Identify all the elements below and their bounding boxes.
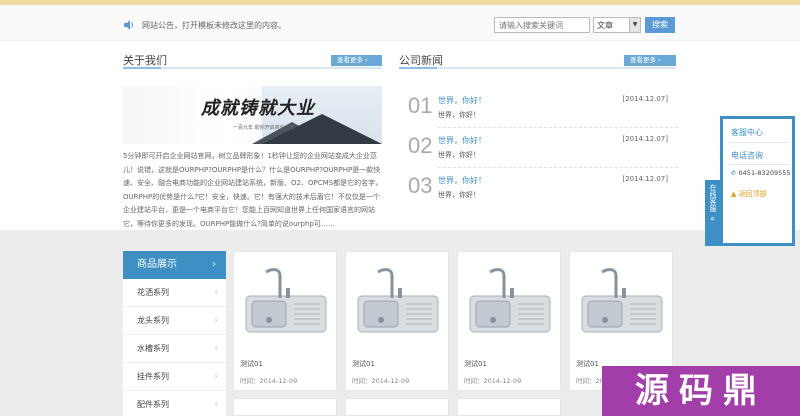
news-item-summary: 世界，你好！ — [438, 111, 480, 119]
news-number: 02 — [408, 133, 433, 158]
news-title: 公司新闻 — [399, 54, 443, 67]
search-category-value: 文章 — [597, 21, 613, 30]
news-item-title[interactable]: 世界，你好！ — [438, 175, 486, 186]
about-title: 关于我们 — [123, 54, 167, 67]
phone-consult-label: 电话咨询 — [731, 151, 763, 160]
about-paragraph: 5分钟即可开启企业网站官网，树立品牌形象！1秒钟让您的企业网站变成大企业范儿！说… — [123, 152, 383, 228]
service-center-title: 客服中心 — [731, 128, 763, 137]
sink-image — [245, 268, 327, 333]
news-title-underline — [399, 67, 676, 69]
sink-image — [469, 268, 551, 333]
notice-text: 网站公告，打开模板未修改这里的内容。 — [142, 21, 286, 30]
product-category-sidebar: 商品展示 › 花洒系列 › 龙头系列 › 水槽系列 › 挂件系列 › 配件系列 › — [123, 251, 226, 416]
sink-image — [357, 268, 439, 333]
product-card[interactable]: 测试01 时间：2014-12-09 — [233, 251, 337, 391]
product-category-item[interactable]: 龙头系列 › — [123, 307, 226, 335]
about-title-underline — [123, 67, 382, 69]
chevron-right-icon: › — [214, 344, 218, 354]
news-number: 03 — [408, 173, 433, 198]
double-chevron-left-icon: « — [710, 214, 715, 223]
phone-icon: ✆ — [731, 169, 737, 177]
news-item-date: [2014.12.07] — [622, 95, 668, 103]
back-to-top-link[interactable]: ▲ 返回顶部 — [731, 189, 767, 199]
news-item-date: [2014.12.07] — [622, 135, 668, 143]
news-item[interactable]: 01 世界，你好！ 世界，你好！ [2014.12.07] — [408, 93, 678, 133]
product-name: 测试01 — [352, 360, 375, 368]
online-service-tab[interactable]: 在线客服 « — [705, 180, 720, 246]
product-sidebar-header[interactable]: 商品展示 › — [123, 251, 226, 279]
news-separator — [438, 167, 678, 168]
service-tab-label: 在线客服 — [709, 184, 717, 212]
news-item[interactable]: 02 世界，你好！ 世界，你好！ [2014.12.07] — [408, 133, 678, 173]
chevron-right-icon: › — [214, 288, 218, 298]
notice-strip — [0, 5, 800, 41]
product-time: 时间：2014-12-09 — [240, 377, 298, 385]
product-category-item[interactable]: 水槽系列 › — [123, 335, 226, 363]
chevron-down-icon: ▼ — [629, 18, 640, 32]
product-category-item[interactable]: 配件系列 › — [123, 391, 226, 416]
product-time: 时间：2014-12-09 — [464, 377, 522, 385]
sink-image — [581, 268, 663, 333]
news-number: 01 — [408, 93, 433, 118]
product-sidebar-header-label: 商品展示 — [137, 259, 177, 270]
product-time: 时间：2014-12-09 — [352, 377, 410, 385]
up-arrow-icon: ▲ — [731, 190, 737, 198]
product-card[interactable] — [345, 398, 449, 416]
chevron-right-icon: › — [214, 372, 218, 382]
banner-subtitle: 一百九年 助你开启商业之旅 — [233, 125, 295, 131]
chevron-right-icon: › — [214, 316, 218, 326]
product-card[interactable]: 测试01 时间：2014-12-09 — [345, 251, 449, 391]
news-item-summary: 世界，你好！ — [438, 191, 480, 199]
divider — [729, 164, 789, 165]
search-button[interactable]: 搜索 — [645, 17, 675, 33]
news-item-date: [2014.12.07] — [622, 175, 668, 183]
news-separator — [438, 127, 678, 128]
about-more-button[interactable]: 查看更多 › — [331, 55, 382, 66]
product-name: 测试01 — [576, 360, 599, 368]
chevron-right-icon: › — [212, 259, 216, 270]
product-card[interactable] — [457, 398, 561, 416]
customer-service-panel: 客服中心 电话咨询 ✆ 0451-83209555 ▲ 返回顶部 — [720, 116, 795, 246]
news-item[interactable]: 03 世界，你好！ 世界，你好！ [2014.12.07] — [408, 173, 678, 213]
watermark-logo: 源码鼎 — [602, 366, 800, 416]
chevron-right-icon: › — [214, 400, 218, 410]
search-category-select[interactable]: 文章 ▼ — [593, 17, 641, 33]
product-name: 测试01 — [464, 360, 487, 368]
product-card[interactable] — [233, 398, 337, 416]
news-item-summary: 世界，你好！ — [438, 151, 480, 159]
product-category-item[interactable]: 花洒系列 › — [123, 279, 226, 307]
product-name: 测试01 — [240, 360, 263, 368]
phone-number[interactable]: ✆ 0451-83209555 — [731, 169, 791, 177]
search-input[interactable] — [494, 17, 590, 33]
product-card[interactable]: 测试01 时间：2014-12-09 — [457, 251, 561, 391]
news-item-title[interactable]: 世界，你好！ — [438, 95, 486, 106]
divider — [729, 142, 789, 143]
banner-slogan: 成就铸就大业 — [201, 98, 315, 119]
about-banner: 成就铸就大业 一百九年 助你开启商业之旅 — [123, 86, 382, 144]
speaker-icon — [124, 20, 133, 30]
product-category-item[interactable]: 挂件系列 › — [123, 363, 226, 391]
news-item-title[interactable]: 世界，你好！ — [438, 135, 486, 146]
news-more-button[interactable]: 查看更多 › — [624, 55, 676, 66]
